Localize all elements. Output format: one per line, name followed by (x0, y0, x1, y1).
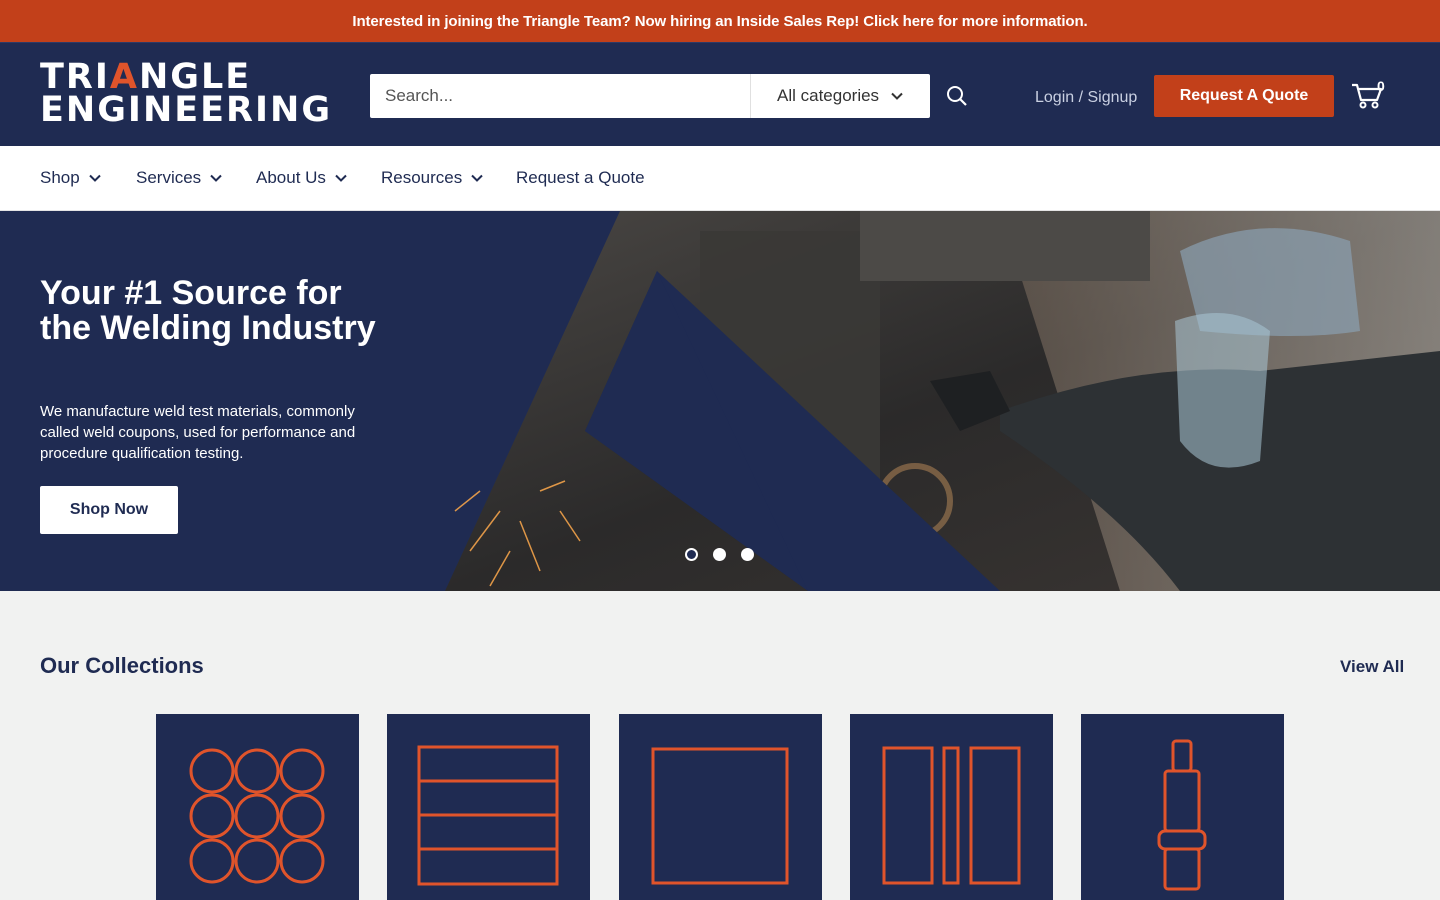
collection-tile-strip[interactable] (850, 714, 1053, 900)
nav-item-shop[interactable]: Shop (40, 146, 101, 210)
search-icon (947, 86, 967, 106)
shop-now-button[interactable]: Shop Now (40, 486, 178, 534)
collection-tile-round-bar[interactable] (156, 714, 359, 900)
nav-item-about-us[interactable]: About Us (256, 146, 347, 210)
chevron-down-icon (891, 92, 903, 100)
collection-tile-flat-bar[interactable] (387, 714, 590, 900)
chevron-down-icon (471, 174, 483, 182)
search-button[interactable] (937, 81, 977, 111)
category-select[interactable]: All categories (750, 74, 930, 118)
site-header: TRIANGLE ENGINEERING All categories Logi… (0, 42, 1440, 146)
view-all-link[interactable]: View All (1340, 657, 1404, 677)
nav-item-request-quote[interactable]: Request a Quote (516, 146, 645, 210)
collection-tile-pipe[interactable] (1081, 714, 1284, 900)
slide-dot-1[interactable] (685, 548, 698, 561)
nav-label: Resources (381, 168, 463, 187)
slide-dot-3[interactable] (741, 548, 754, 561)
login-signup-link[interactable]: Login / Signup (1035, 89, 1137, 107)
nav-label: Request a Quote (516, 168, 645, 187)
nav-label: About Us (256, 168, 326, 187)
request-quote-button[interactable]: Request A Quote (1154, 75, 1334, 117)
announcement-bar[interactable]: Interested in joining the Triangle Team?… (0, 0, 1440, 42)
category-select-value: All categories (777, 86, 880, 105)
chevron-down-icon (210, 174, 222, 182)
slide-dot-2[interactable] (713, 548, 726, 561)
collections-title: Our Collections (40, 653, 204, 678)
collection-tile-plate[interactable] (619, 714, 822, 900)
hero-subtitle: We manufacture weld test materials, comm… (40, 403, 356, 462)
chevron-down-icon (88, 174, 101, 182)
pipe-icon (1157, 739, 1207, 891)
main-nav: Shop Services About Us Resources Request… (0, 146, 1440, 211)
cart-count: 0 (1377, 78, 1385, 94)
chevron-down-icon (335, 174, 347, 182)
nav-label: Shop (40, 168, 80, 187)
nav-label: Services (136, 168, 202, 187)
hero-title: Your #1 Source for the Welding Industry (40, 274, 376, 347)
nav-item-services[interactable]: Services (136, 146, 222, 210)
hero-banner: Your #1 Source for the Welding Industry … (0, 211, 1440, 591)
flat-bar-icon (417, 745, 559, 886)
strip-icon (882, 746, 1021, 885)
site-logo[interactable]: TRIANGLE ENGINEERING (40, 60, 332, 128)
search-input[interactable] (370, 74, 750, 118)
plate-icon (651, 747, 789, 885)
nav-item-resources[interactable]: Resources (381, 146, 483, 210)
round-bar-icon (189, 748, 325, 884)
search-bar: All categories (370, 74, 930, 118)
